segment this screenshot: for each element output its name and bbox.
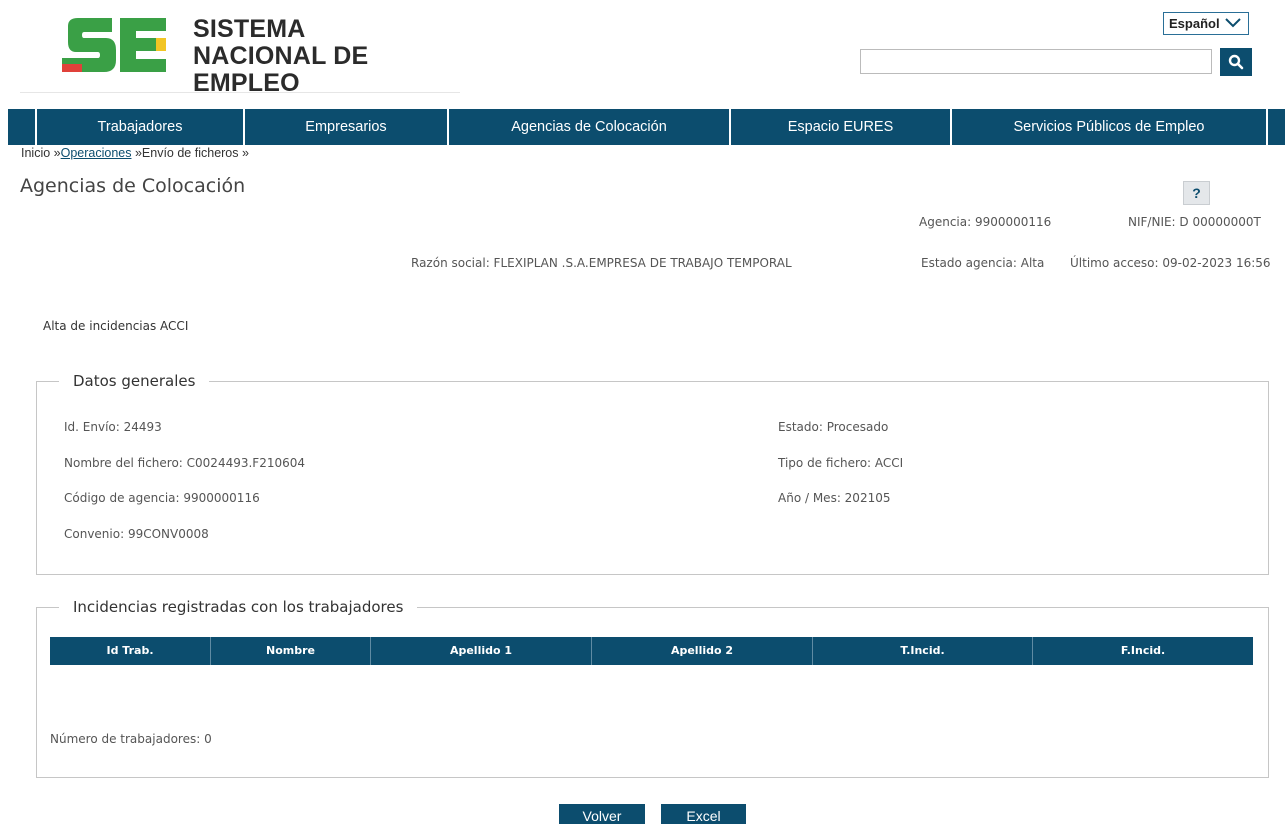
main-nav: Trabajadores Empresarios Agencias de Col… — [8, 109, 1285, 145]
datos-generales-panel: Datos generales — [36, 372, 1269, 575]
column-header-apellido1[interactable]: Apellido 1 — [371, 637, 591, 665]
id-envio-field: Id. Envío: 24493 — [64, 420, 162, 434]
search-button[interactable] — [1220, 48, 1252, 76]
language-value: Español — [1169, 16, 1220, 31]
site-logo[interactable]: SISTEMA NACIONAL DE EMPLEO — [20, 12, 470, 97]
trabajadores-count: Número de trabajadores: 0 — [50, 732, 212, 746]
breadcrumb: Inicio »Operaciones »Envío de ficheros » — [21, 146, 249, 160]
ultimo-acceso-info: Último acceso: 09-02-2023 16:56 — [1070, 256, 1271, 270]
nav-item-servicios-publicos[interactable]: Servicios Públicos de Empleo — [952, 109, 1266, 145]
chevron-down-icon — [1225, 18, 1241, 28]
estado-field: Estado: Procesado — [778, 420, 889, 434]
search-icon — [1228, 54, 1244, 70]
tipo-fichero-field: Tipo de fichero: ACCI — [778, 456, 904, 470]
breadcrumb-operaciones-link[interactable]: Operaciones — [61, 146, 132, 160]
column-header-fecha-incidencia[interactable]: F.Incid. — [1033, 637, 1253, 665]
column-header-id-trab[interactable]: Id Trab. — [50, 637, 210, 665]
datos-generales-legend: Datos generales — [73, 372, 196, 390]
convenio-field: Convenio: 99CONV0008 — [64, 527, 209, 541]
breadcrumb-home[interactable]: Inicio » — [21, 146, 61, 160]
excel-button[interactable]: Excel — [661, 804, 746, 824]
section-heading: Alta de incidencias ACCI — [43, 319, 189, 333]
column-header-apellido2[interactable]: Apellido 2 — [592, 637, 812, 665]
breadcrumb-current: Envío de ficheros » — [141, 146, 249, 160]
incidencias-table-header: Id Trab. Nombre Apellido 1 Apellido 2 T.… — [50, 637, 1253, 665]
logo-underline — [20, 92, 460, 93]
anio-mes-field: Año / Mes: 202105 — [778, 491, 891, 505]
nav-item-agencias[interactable]: Agencias de Colocación — [449, 109, 729, 145]
page-title: Agencias de Colocación — [20, 175, 246, 197]
agencia-info: Agencia: 9900000116 — [919, 215, 1052, 229]
nav-item-eures[interactable]: Espacio EURES — [731, 109, 950, 145]
estado-agencia-info: Estado agencia: Alta — [921, 256, 1045, 270]
language-select[interactable]: Español — [1163, 12, 1249, 35]
codigo-agencia-field: Código de agencia: 9900000116 — [64, 491, 260, 505]
column-header-nombre[interactable]: Nombre — [211, 637, 370, 665]
nav-separator — [1266, 109, 1268, 145]
breadcrumb-separator: » — [131, 146, 142, 160]
column-header-tipo-incidencia[interactable]: T.Incid. — [813, 637, 1032, 665]
nav-item-empresarios[interactable]: Empresarios — [245, 109, 447, 145]
nombre-fichero-field: Nombre del fichero: C0024493.F210604 — [64, 456, 306, 470]
help-button[interactable]: ? — [1183, 181, 1210, 205]
nav-item-trabajadores[interactable]: Trabajadores — [37, 109, 243, 145]
incidencias-legend: Incidencias registradas con los trabajad… — [73, 598, 404, 616]
logo-mark-icon — [62, 18, 166, 72]
nif-info: NIF/NIE: D 00000000T — [1128, 215, 1261, 229]
search-input[interactable] — [860, 49, 1212, 74]
logo-line-2: NACIONAL DE EMPLEO — [193, 42, 369, 97]
razon-social-info: Razón social: FLEXIPLAN .S.A.EMPRESA DE … — [411, 256, 792, 270]
logo-line-1: SISTEMA — [193, 15, 306, 43]
incidencias-panel: Incidencias registradas con los trabajad… — [36, 598, 1269, 778]
volver-button[interactable]: Volver — [559, 804, 645, 824]
